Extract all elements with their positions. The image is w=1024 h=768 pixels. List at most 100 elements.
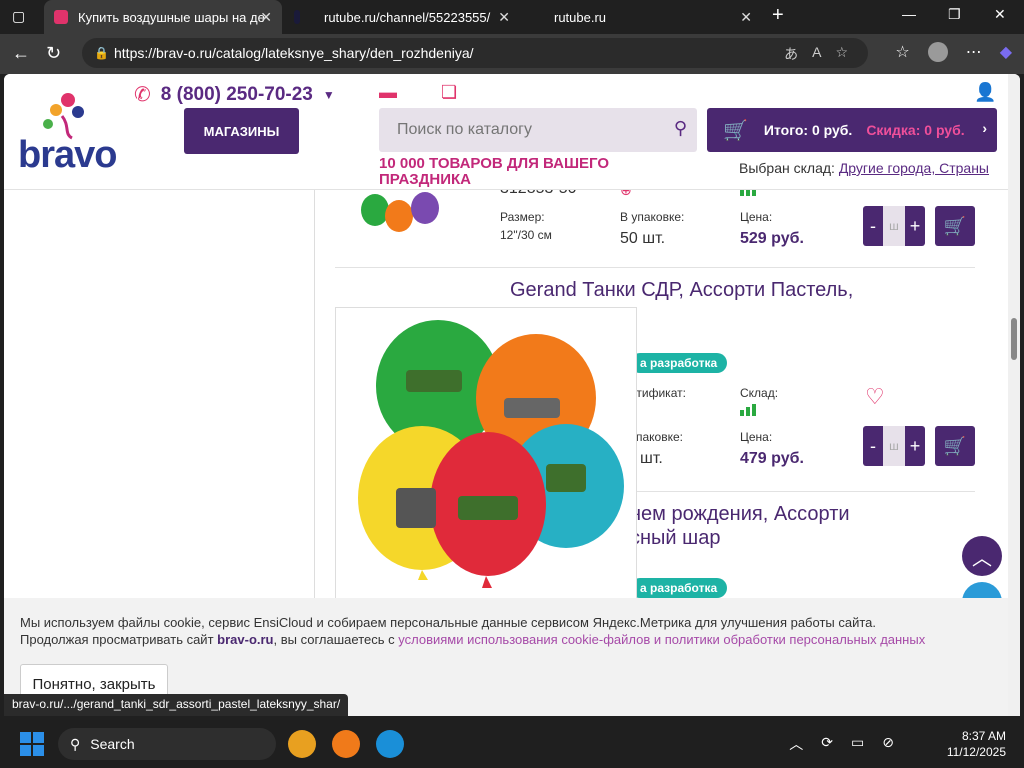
catalog-book-icon[interactable]: ❏: [441, 82, 465, 102]
translate-icon[interactable]: あ: [784, 44, 798, 64]
add-to-cart-button[interactable]: 🛒: [935, 206, 975, 246]
cart-summary-button[interactable]: 🛒 Итого: 0 руб. Скидка: 0 руб. ›: [707, 108, 997, 152]
status-badge: а разработка: [630, 578, 728, 598]
tab-bravo[interactable]: Купить воздушные шары на де ✕: [44, 0, 282, 34]
app-icon[interactable]: [332, 730, 360, 758]
pack-value: 50 шт.: [620, 230, 666, 247]
favorite-star-icon[interactable]: ☆: [835, 44, 848, 64]
phone-icon: ✆: [134, 84, 151, 106]
close-window-icon[interactable]: ✕: [994, 6, 1006, 23]
rutube-favicon-icon: [294, 10, 300, 24]
promo-text: 10 000 ТОВАРОВ ДЛЯ ВАШЕГО ПРАЗДНИКА: [379, 155, 610, 188]
decrease-button[interactable]: -: [863, 426, 883, 466]
clock[interactable]: 8:37 AM 11/12/2025: [947, 728, 1006, 760]
size-value: 12"/30 см: [500, 228, 552, 242]
product-image-preview[interactable]: [335, 307, 637, 601]
balloons-image: [358, 320, 624, 588]
tab-rutube-channel[interactable]: rutube.ru/channel/55223555/ ✕: [284, 0, 520, 34]
price-label: Цена:: [740, 210, 773, 224]
cart-discount: Скидка: 0 руб.: [866, 122, 965, 138]
scroll-to-top-button[interactable]: ︿: [962, 536, 1002, 576]
chrome-app-icon[interactable]: [288, 730, 316, 758]
new-tab-icon[interactable]: +: [772, 4, 784, 27]
warehouse-label: Выбран склад:: [739, 160, 835, 176]
increase-button[interactable]: +: [905, 206, 925, 246]
close-tab-icon[interactable]: ✕: [740, 9, 752, 26]
back-icon[interactable]: ←: [12, 43, 30, 64]
scrollbar-thumb[interactable]: [1011, 318, 1017, 360]
windows-start-icon[interactable]: [20, 732, 44, 756]
copilot-icon[interactable]: ◆: [1000, 42, 1012, 62]
tab-actions-icon[interactable]: ▢: [12, 8, 25, 25]
close-tab-icon[interactable]: ✕: [260, 9, 272, 26]
pack-label: В упаковке:: [620, 210, 685, 224]
cookie-text-start: Продолжая просматривать сайт: [20, 632, 214, 647]
search-icon[interactable]: ⚲: [674, 118, 687, 139]
clock-time: 8:37 AM: [961, 729, 1006, 743]
status-bar-url: brav-o.ru/.../gerand_tanki_sdr_assorti_p…: [4, 694, 349, 716]
increase-button[interactable]: +: [905, 426, 925, 466]
taskbar-search[interactable]: ⚲ Search: [58, 728, 276, 760]
cookie-text-mid: , вы соглашаетесь с: [273, 632, 395, 647]
certificate-label: отификат:: [630, 386, 686, 400]
favorite-heart-icon[interactable]: ♡: [865, 384, 885, 410]
taskbar-search-label: Search: [90, 736, 135, 752]
decrease-button[interactable]: -: [863, 206, 883, 246]
tab-title: rutube.ru: [554, 9, 607, 25]
favorites-icon[interactable]: ☆: [895, 42, 909, 62]
profile-avatar[interactable]: [927, 42, 948, 62]
minimize-icon[interactable]: —: [902, 6, 916, 22]
quantity-input[interactable]: ш: [883, 206, 905, 246]
pack-value: шт.: [640, 450, 663, 467]
price-value: 479 руб.: [740, 450, 804, 467]
site-info-icon[interactable]: 🔒: [94, 46, 109, 60]
logo-text[interactable]: bravo: [18, 134, 117, 177]
chevron-down-icon[interactable]: ▼: [323, 88, 335, 102]
bravo-favicon-icon: [54, 10, 68, 24]
more-menu-icon[interactable]: ⋯: [966, 42, 982, 62]
system-tray: ︿ ⟳ ▭ ⊘: [789, 734, 894, 754]
cookie-text-line1: Мы используем файлы cookie, сервис EnsiC…: [20, 615, 877, 630]
cart-icon: 🛒: [723, 119, 748, 142]
page-scrollbar[interactable]: [1008, 74, 1020, 716]
url-text: https://brav-o.ru/catalog/lateksnye_shar…: [114, 45, 474, 61]
warehouse-link[interactable]: Другие города, Страны: [839, 160, 989, 176]
edge-app-icon[interactable]: [376, 730, 404, 758]
product-name[interactable]: нем рождения, Ассорти: [630, 502, 850, 526]
cart-icon: 🛒: [943, 435, 967, 456]
phone-number[interactable]: 8 (800) 250-70-23: [161, 84, 313, 106]
tab-rutube[interactable]: rutube.ru ✕: [522, 0, 762, 34]
restore-icon[interactable]: ❐: [948, 6, 961, 23]
price-value: 529 руб.: [740, 230, 804, 247]
user-icon[interactable]: 👤: [974, 82, 996, 103]
add-to-cart-button[interactable]: 🛒: [935, 426, 975, 466]
url-field[interactable]: 🔒 https://brav-o.ru/catalog/lateksnye_sh…: [82, 38, 868, 68]
chevron-right-icon: ›: [982, 120, 987, 136]
page-viewport: bravo ✆ 8 (800) 250-70-23 ▼ МАГАЗИНЫ ▬ ❏…: [4, 74, 1020, 716]
quantity-stepper: - ш +: [863, 426, 925, 466]
cookie-site-mark: brav-o.ru: [217, 632, 274, 647]
search-input[interactable]: [379, 108, 649, 152]
card-icon[interactable]: ▬: [379, 82, 403, 102]
address-bar: ← ↻ 🔒 https://brav-o.ru/catalog/lateksny…: [0, 34, 1024, 74]
sync-icon[interactable]: ⟳: [821, 734, 833, 754]
cookie-policy-link[interactable]: условиями использования cookie-файлов и …: [398, 632, 925, 647]
phone-block[interactable]: ✆ 8 (800) 250-70-23 ▼: [134, 82, 335, 107]
stores-button[interactable]: МАГАЗИНЫ: [184, 108, 299, 154]
status-badge: а разработка: [630, 353, 728, 373]
refresh-icon[interactable]: ↻: [46, 43, 61, 64]
browser-tab-bar: ▢ Купить воздушные шары на де ✕ rutube.r…: [0, 0, 1024, 34]
network-icon[interactable]: ⊘: [882, 734, 894, 754]
search-box: ⚲: [379, 108, 697, 152]
read-aloud-icon[interactable]: A: [812, 44, 821, 64]
quantity-input[interactable]: ш: [883, 426, 905, 466]
chevron-up-icon[interactable]: ︿: [789, 734, 803, 754]
taskbar: ⚲ Search ︿ ⟳ ▭ ⊘ 8:37 AM 11/12/2025: [0, 720, 1024, 768]
close-tab-icon[interactable]: ✕: [498, 9, 510, 26]
product-name[interactable]: Gerand Танки СДР, Ассорти Пастель,: [510, 278, 853, 302]
pack-label: упаковке:: [630, 430, 683, 444]
cookie-text-line2: Продолжая просматривать сайт brav-o.ru, …: [20, 631, 992, 648]
product-name-cont[interactable]: сный шар: [630, 526, 720, 550]
display-icon[interactable]: ▭: [851, 734, 864, 754]
tab-title: rutube.ru/channel/55223555/: [324, 9, 491, 25]
